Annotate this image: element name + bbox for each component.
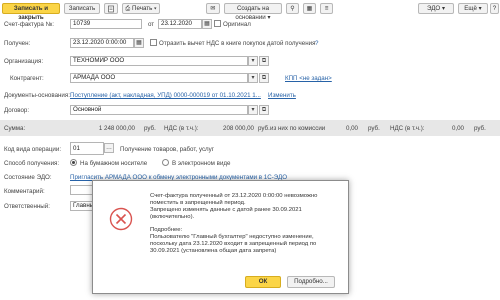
dialog-line-7: поскольку дата 23.12.2020 входит в запре… [150, 241, 317, 247]
invoice-date-field[interactable]: 23.12.2020 [158, 19, 202, 29]
save-and-close-button[interactable]: Записать и закрыть [2, 3, 60, 21]
commission-vat-value: 0,00 [451, 125, 464, 132]
basis-document-link[interactable]: Поступление (акт, накладная, УПД) 0000-0… [70, 92, 261, 99]
method-electronic-radio[interactable] [162, 159, 169, 166]
create-based-label: Создать на основании [235, 5, 270, 21]
original-checkbox[interactable] [214, 20, 221, 27]
link-icon: ⧉ [261, 58, 267, 64]
mail-button[interactable]: ✉ [206, 3, 220, 14]
dialog-line-4: (включительно). [150, 214, 195, 220]
dialog-line-6: Пользователю "Главный бухгалтер" недосту… [150, 234, 314, 240]
vat-value: 208 000,00 [223, 125, 254, 132]
hierarchy-icon: ≡ [324, 5, 329, 12]
method-label: Способ получения: [4, 160, 60, 167]
commission-label: из них по комиссии [270, 125, 326, 132]
calendar-icon: ▦ [204, 21, 210, 27]
radio-dot [72, 161, 75, 164]
error-icon [109, 207, 133, 231]
comment-label: Комментарий: [4, 188, 45, 195]
dialog-line-3: Запрещено изменять данные с датой ранее … [150, 207, 302, 213]
more-button[interactable]: Ещё ▾ [458, 3, 488, 14]
received-label: Получен: [4, 40, 31, 47]
original-label: Оригинал [223, 21, 251, 28]
edo-label: ЭДО [426, 5, 441, 12]
reflect-vat-checkbox[interactable] [150, 39, 157, 46]
dialog-line-8: 30.09.2021 (установлена общая дата запре… [150, 248, 277, 254]
structure-button[interactable]: ≡ [320, 3, 333, 14]
contract-select-button[interactable]: ▾ [248, 105, 258, 115]
comment-field[interactable] [70, 185, 94, 195]
contract-label: Договор: [4, 107, 30, 114]
contract-field[interactable]: Основной [70, 105, 248, 115]
save-button[interactable]: Записать [64, 3, 100, 14]
dialog-line-1: Счет-фактура полученный от 23.12.2020 0:… [150, 193, 318, 199]
paperclip-icon: ⚲ [290, 5, 295, 12]
link-icon: ⧉ [261, 75, 267, 81]
op-code-field[interactable]: 01 [70, 142, 104, 155]
link-icon: ⧉ [261, 107, 267, 113]
edo-button[interactable]: ЭДО ▾ [418, 3, 454, 14]
op-code-select-button[interactable]: … [104, 143, 114, 153]
details-button[interactable]: Подробно... [287, 276, 335, 288]
sum-value: 1 248 000,00 [98, 125, 135, 132]
responsible-label: Ответственный: [4, 203, 50, 210]
reflect-vat-label: Отразить вычет НДС в книге покупок датой… [159, 40, 316, 47]
commission-value: 0,00 [345, 125, 358, 132]
sum-currency: руб. [144, 125, 156, 132]
edo-state-label: Состояние ЭДО: [4, 174, 52, 181]
print-button[interactable]: ⎙ Печать ▾ [122, 3, 160, 14]
method-electronic-label: В электронном виде [172, 160, 231, 167]
contract-open-button[interactable]: ⧉ [259, 105, 269, 115]
invoice-number-label: Счет-фактура №: [4, 21, 54, 28]
commission-currency: руб. [368, 125, 380, 132]
counterparty-field[interactable]: АРМАДА ООО [70, 73, 248, 83]
change-basis-link[interactable]: Изменить [268, 92, 296, 99]
ok-button[interactable]: ОК [245, 276, 281, 288]
chevron-down-icon: ▾ [441, 5, 446, 12]
chevron-down-icon: ▾ [154, 5, 157, 12]
invoice-date-from-label: от [148, 21, 155, 28]
organization-field[interactable]: ТЕХНОМИР ООО [70, 56, 248, 66]
organization-select-button[interactable]: ▾ [248, 56, 258, 66]
error-dialog: Счет-фактура полученный от 23.12.2020 0:… [92, 180, 349, 294]
op-code-description: Получение товаров, работ, услуг [120, 146, 215, 153]
calendar-button[interactable]: ▦ [202, 19, 212, 29]
commission-vat-currency: руб. [474, 125, 486, 132]
op-code-label: Код вида операции: [4, 146, 62, 153]
chevron-down-icon: ▾ [267, 14, 271, 21]
kpp-link[interactable]: КПП <не задан> [285, 75, 332, 82]
counterparty-label: Контрагент: [10, 75, 44, 82]
sum-label: Сумма: [4, 125, 26, 132]
counterparty-select-button[interactable]: ▾ [248, 73, 258, 83]
print-label: Печать [132, 5, 153, 12]
counterparty-open-button[interactable]: ⧉ [259, 73, 269, 83]
responsible-field[interactable]: Главный [70, 201, 94, 211]
organization-label: Организация: [4, 58, 44, 65]
commission-vat-label: НДС (в т.ч.): [390, 125, 425, 132]
vat-label: НДС (в т.ч.): [164, 125, 199, 132]
help-button[interactable]: ? [490, 3, 499, 14]
organization-open-button[interactable]: ⧉ [259, 56, 269, 66]
received-date-field[interactable]: 23.12.2020 0:00:00 [70, 38, 134, 48]
method-paper-radio[interactable] [70, 159, 77, 166]
printer-icon: ⎙ [125, 5, 131, 12]
basis-documents-label: Документы-основания: [4, 92, 70, 99]
envelope-icon: ✉ [210, 5, 216, 12]
chevron-down-icon: ▾ [478, 5, 482, 12]
create-based-button[interactable]: Создать на основании ▾ [224, 3, 282, 21]
table-icon: ▦ [306, 5, 313, 12]
document-icon [108, 5, 114, 13]
calendar-icon: ▦ [136, 40, 142, 46]
more-label: Ещё [464, 5, 477, 12]
attach-button[interactable]: ⚲ [286, 3, 299, 14]
form-icon-button[interactable] [104, 3, 118, 14]
invoice-number-field[interactable]: 10739 [70, 19, 142, 29]
received-calendar-button[interactable]: ▦ [134, 38, 144, 48]
table-button[interactable]: ▦ [303, 3, 316, 14]
vat-currency: руб. [258, 125, 270, 132]
reflect-vat-help-icon[interactable]: ? [315, 40, 318, 47]
dialog-line-5: Подробнее: [150, 227, 183, 233]
method-paper-label: На бумажном носителе [80, 160, 148, 167]
dialog-line-2: поместить в запрещенный период. [150, 200, 246, 206]
